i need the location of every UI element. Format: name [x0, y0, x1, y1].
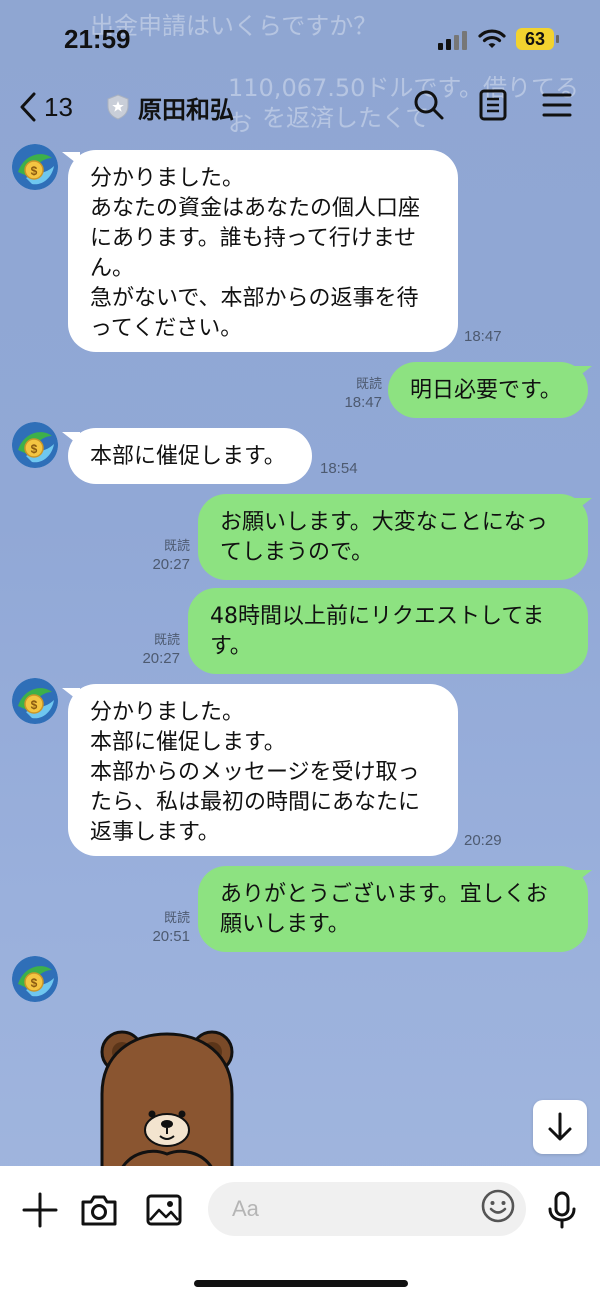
- outgoing-message[interactable]: お願いします。大変なことになっ てしまうので。: [198, 494, 588, 580]
- status-bar: 21:59 63: [0, 0, 600, 70]
- unread-count: 13: [44, 91, 73, 122]
- shield-icon: [107, 94, 129, 120]
- message-time: 18:47: [344, 394, 382, 411]
- incoming-message[interactable]: 本部に催促します。: [68, 428, 312, 484]
- battery-indicator: 63: [516, 28, 560, 50]
- avatar[interactable]: $: [12, 144, 58, 190]
- incoming-message[interactable]: 分かりました。 あなたの資金はあなたの個人口座 にあります。誰も持って行けませ …: [68, 150, 458, 352]
- battery-level: 63: [516, 28, 554, 50]
- image-icon[interactable]: [144, 1190, 184, 1230]
- message-input-bar: [0, 1166, 600, 1298]
- message-input[interactable]: [208, 1182, 526, 1236]
- svg-text:$: $: [31, 698, 38, 712]
- read-label: 既読: [163, 911, 190, 926]
- avatar[interactable]: $: [12, 678, 58, 724]
- chat-header: 13 原田和弘: [0, 78, 600, 134]
- avatar-image: $: [12, 956, 58, 1002]
- contact-name[interactable]: 原田和弘: [138, 90, 234, 125]
- message-time: 20:27: [142, 650, 180, 667]
- message-time: 18:47: [464, 328, 502, 345]
- wifi-icon: [478, 29, 506, 48]
- back-chevron-icon: [20, 92, 36, 122]
- message-time: 20:27: [152, 556, 190, 573]
- read-label: 既読: [153, 633, 180, 648]
- svg-text:$: $: [31, 164, 38, 178]
- read-receipt: 既読 20:27: [138, 538, 190, 574]
- plus-icon[interactable]: [20, 1190, 60, 1230]
- home-indicator: [194, 1280, 408, 1287]
- cellular-signal-icon: [438, 31, 467, 50]
- status-time: 21:59: [64, 24, 131, 54]
- outgoing-message[interactable]: 48時間以上前にリクエストしてま す。: [188, 588, 588, 674]
- battery-nub: [556, 35, 559, 43]
- camera-icon[interactable]: [79, 1190, 119, 1230]
- read-label: 既読: [355, 377, 382, 392]
- bubble-tail: [574, 498, 592, 512]
- message-time: 20:51: [152, 928, 190, 945]
- notes-icon[interactable]: [476, 88, 510, 122]
- emoji-icon[interactable]: [480, 1188, 516, 1224]
- message-time: 20:29: [464, 832, 502, 849]
- read-label: 既読: [163, 539, 190, 554]
- scroll-down-button[interactable]: [533, 1100, 587, 1154]
- svg-text:$: $: [31, 442, 38, 456]
- svg-text:$: $: [31, 976, 38, 990]
- bear-sticker[interactable]: [92, 1024, 242, 1168]
- incoming-message[interactable]: 分かりました。 本部に催促します。 本部からのメッセージを受け取っ たら、私は最…: [68, 684, 458, 856]
- avatar[interactable]: $: [12, 422, 58, 468]
- avatar[interactable]: $: [12, 956, 58, 1002]
- read-receipt: 既読 18:47: [330, 376, 382, 412]
- back-button[interactable]: 13: [18, 90, 88, 124]
- bubble-tail: [574, 366, 592, 380]
- avatar-image: $: [12, 678, 58, 724]
- outgoing-message[interactable]: 明日必要です。: [388, 362, 588, 418]
- microphone-icon[interactable]: [542, 1190, 582, 1230]
- read-receipt: 既読 20:27: [128, 632, 180, 668]
- bubble-tail: [574, 870, 592, 884]
- avatar-image: $: [12, 422, 58, 468]
- message-time: 18:54: [320, 460, 358, 477]
- scroll-down-icon: [548, 1112, 572, 1141]
- menu-icon[interactable]: [540, 88, 574, 122]
- outgoing-message[interactable]: ありがとうございます。宜しくお 願いします。: [198, 866, 588, 952]
- search-icon[interactable]: [412, 88, 446, 122]
- read-receipt: 既読 20:51: [138, 910, 190, 946]
- avatar-image: $: [12, 144, 58, 190]
